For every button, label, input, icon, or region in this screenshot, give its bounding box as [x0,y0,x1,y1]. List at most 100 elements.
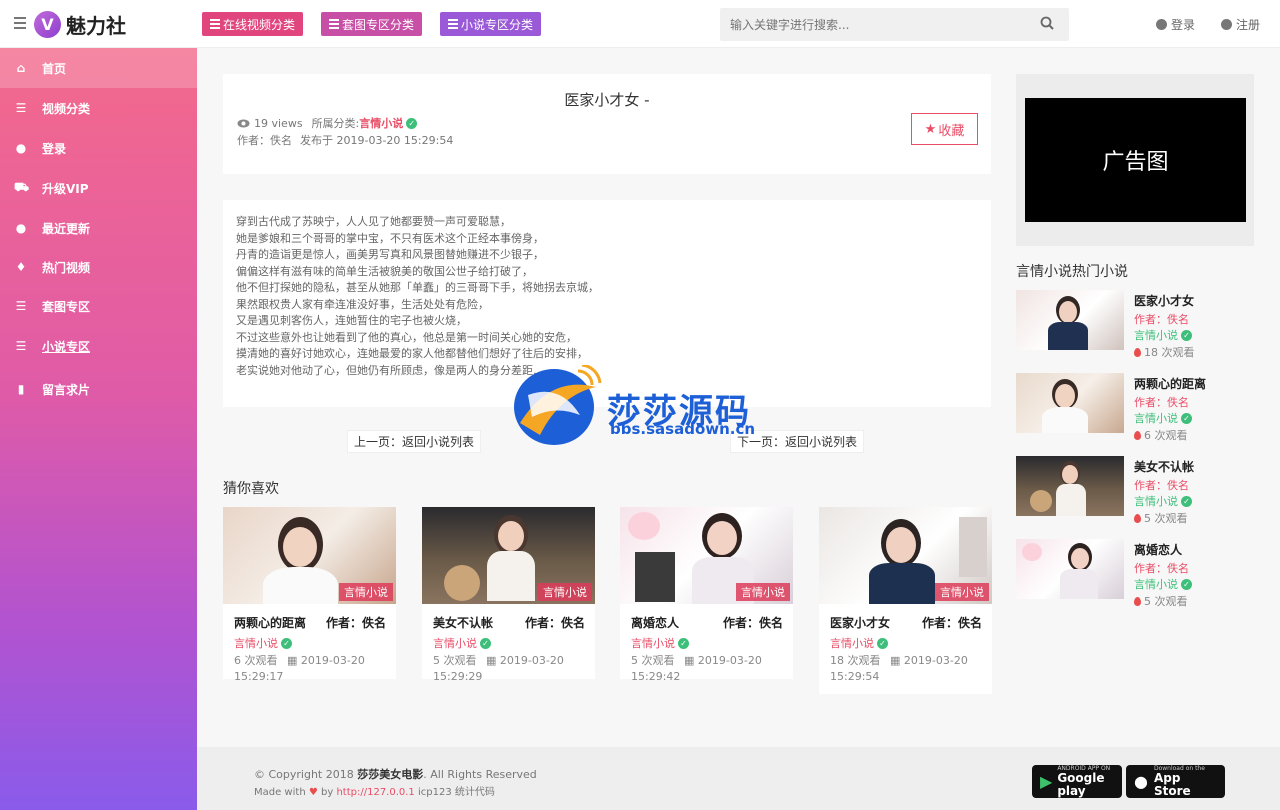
sidebar-item-novel[interactable]: ☰ 小说专区 [0,326,197,366]
verified-icon: ✓ [1181,495,1192,507]
verified-icon: ✓ [678,637,689,649]
hot-item-author: 作者：佚名 [1134,313,1189,326]
post-views: 19 views [254,116,303,130]
site-name[interactable]: 莎莎美女电影 [357,768,423,781]
content-line: 穿到古代成了苏映宁，人人见了她都要赞一声可爱聪慧， [236,215,511,228]
verified-icon: ✓ [480,637,491,649]
recommend-thumbnail[interactable]: 言情小说 [819,507,992,604]
recommend-item-title[interactable]: 离婚恋人 [631,614,679,631]
hot-list-item[interactable]: 美女不认帐 作者：佚名 言情小说 ✓ 5 次观看 [1016,456,1256,525]
recommend-item-title[interactable]: 两颗心的距离 [234,614,306,631]
sidebar-item-hot-video[interactable]: ♦ 热门视频 [0,247,197,287]
hot-item-category[interactable]: 言情小说 [1134,327,1178,343]
watermark-url: bbs.sasadown.cn [610,420,756,438]
content-line: 又是遇见刺客伤人，连她暂住的宅子也被火烧， [236,314,467,327]
verified-icon: ✓ [1181,329,1192,341]
recommend-card[interactable]: 言情小说 美女不认帐 作者：佚名 言情小说 ✓ 5 次观看 ▦ 2019-03-20… [422,507,595,683]
star-icon: ★ [924,121,937,137]
hot-item-category[interactable]: 言情小说 [1134,576,1178,592]
hot-list-item[interactable]: 两颗心的距离 作者：佚名 言情小说 ✓ 6 次观看 [1016,373,1256,442]
register-icon [1221,19,1232,30]
search-input[interactable] [720,8,1069,41]
top-bar: V 魅力社 在线视频分类 套图专区分类 小说专区分类 登录 注册 [0,0,1280,48]
calendar-icon: ▦ [287,654,298,667]
hot-item-title[interactable]: 离婚恋人 [1134,541,1182,558]
eye-icon [237,119,250,127]
footer-link[interactable]: http://127.0.0.1 [336,787,414,798]
hot-thumbnail[interactable] [1016,373,1124,433]
post-category-link[interactable]: 言情小说 [359,115,403,131]
post-header-card: 医家小才女 - 19 views 所属分类: 言情小说 ✓ 作者：佚名 发布于 … [223,74,991,174]
hot-item-category[interactable]: 言情小说 [1134,410,1178,426]
list-icon [210,17,220,31]
recommend-card[interactable]: 言情小说 医家小才女 作者：佚名 言情小说 ✓ 18 次观看 ▦ 2019-03-2… [819,507,992,694]
recommend-item-author: 作者：佚名 [524,616,585,630]
ad-banner[interactable]: 广告图 [1025,98,1246,222]
recommend-thumbnail[interactable]: 言情小说 [620,507,793,604]
favorite-button[interactable]: ★ 收藏 [911,113,978,145]
sidebar-item-home[interactable]: ⌂ 首页 [0,48,197,88]
category-button-novel[interactable]: 小说专区分类 [440,12,542,36]
hot-list-item[interactable]: 医家小才女 作者：佚名 言情小说 ✓ 18 次观看 [1016,290,1256,359]
recommend-item-category[interactable]: 言情小说 [234,635,278,651]
category-button-gallery[interactable]: 套图专区分类 [321,12,423,36]
recommend-item-title[interactable]: 美女不认帐 [433,614,493,631]
prev-page-button[interactable]: 上一页：返回小说列表 [347,430,482,453]
verified-icon: ✓ [1181,412,1192,424]
user-circle-icon: ● [15,141,27,155]
hot-item-author: 作者：佚名 [1134,479,1189,492]
verified-icon: ✓ [877,637,888,649]
recommend-item-category[interactable]: 言情小说 [433,635,477,651]
verified-icon: ✓ [1181,578,1192,590]
list-icon: ☰ [15,101,27,115]
recommend-thumbnail[interactable]: 言情小说 [223,507,396,604]
recommend-item-category[interactable]: 言情小说 [631,635,675,651]
recommend-thumbnail[interactable]: 言情小说 [422,507,595,604]
post-category-prefix: 所属分类: [311,117,360,130]
sidebar-item-gallery[interactable]: ☰ 套图专区 [0,286,197,326]
hot-item-title[interactable]: 两颗心的距离 [1134,375,1206,392]
recommend-item-views: 5 次观看 [631,654,675,667]
user-icon: ● [15,221,27,235]
hot-item-category[interactable]: 言情小说 [1134,493,1178,509]
search-icon[interactable] [1040,16,1054,30]
recommend-item-title[interactable]: 医家小才女 [830,614,890,631]
heart-icon: ♥ [308,787,318,798]
hot-item-title[interactable]: 医家小才女 [1134,292,1194,309]
content-line: 他不但打探她的隐私，甚至从她那「单蠢」的三哥哥下手，将她拐去京城， [236,281,599,294]
register-link[interactable]: 注册 [1221,16,1260,33]
category-tag: 言情小说 [935,583,989,601]
category-tag: 言情小说 [339,583,393,601]
sidebar: ⌂ 首页 ☰ 视频分类 ● 登录 ⛟ 升级VIP ● 最近更新 ♦ 热门视频 ☰ 套图专区 ☰… [0,48,197,810]
hot-item-title[interactable]: 美女不认帐 [1134,458,1194,475]
logo[interactable]: V 魅力社 [34,10,126,39]
recommend-card[interactable]: 言情小说 两颗心的距离 作者：佚名 言情小说 ✓ 6 次观看 ▦ 2019-03-2… [223,507,396,683]
post-author-meta: 作者：佚名 发布于 2019-03-20 15:29:54 [237,132,453,148]
recommend-item-category[interactable]: 言情小说 [830,635,874,651]
content-line: 丹青的造诣更是惊人，画美男写真和风景图替她赚进不少银子， [236,248,544,261]
post-meta: 19 views 所属分类: 言情小说 ✓ [237,115,418,131]
watermark-logo-icon [514,365,602,445]
category-button-video[interactable]: 在线视频分类 [202,12,304,36]
hot-item-views: 18 次观看 [1144,346,1195,359]
hot-list-item[interactable]: 离婚恋人 作者：佚名 言情小说 ✓ 5 次观看 [1016,539,1256,608]
sidebar-item-request[interactable]: ▮ 留言求片 [0,369,197,409]
google-play-badge[interactable]: ▶ ANDROID APP ON Google play [1032,765,1122,798]
login-link[interactable]: 登录 [1156,16,1195,33]
icp-text: icp123 统计代码 [418,787,495,798]
watermark: 莎莎源码 bbs.sasadown.cn [510,362,780,452]
verified-icon: ✓ [281,637,292,649]
sidebar-item-login[interactable]: ● 登录 [0,128,197,168]
sidebar-item-vip[interactable]: ⛟ 升级VIP [0,168,197,208]
menu-toggle-icon[interactable] [14,17,26,29]
recommend-item-author: 作者：佚名 [921,616,982,630]
category-tag: 言情小说 [538,583,592,601]
sidebar-item-video-category[interactable]: ☰ 视频分类 [0,88,197,128]
recommend-card[interactable]: 言情小说 离婚恋人 作者：佚名 言情小说 ✓ 5 次观看 ▦ 2019-03-20 … [620,507,793,683]
hot-thumbnail[interactable] [1016,290,1124,350]
app-store-badge[interactable]: ● Download on the App Store [1126,765,1225,798]
hot-thumbnail[interactable] [1016,539,1124,599]
hot-thumbnail[interactable] [1016,456,1124,516]
list-icon [329,17,339,31]
sidebar-item-recent[interactable]: ● 最近更新 [0,208,197,248]
